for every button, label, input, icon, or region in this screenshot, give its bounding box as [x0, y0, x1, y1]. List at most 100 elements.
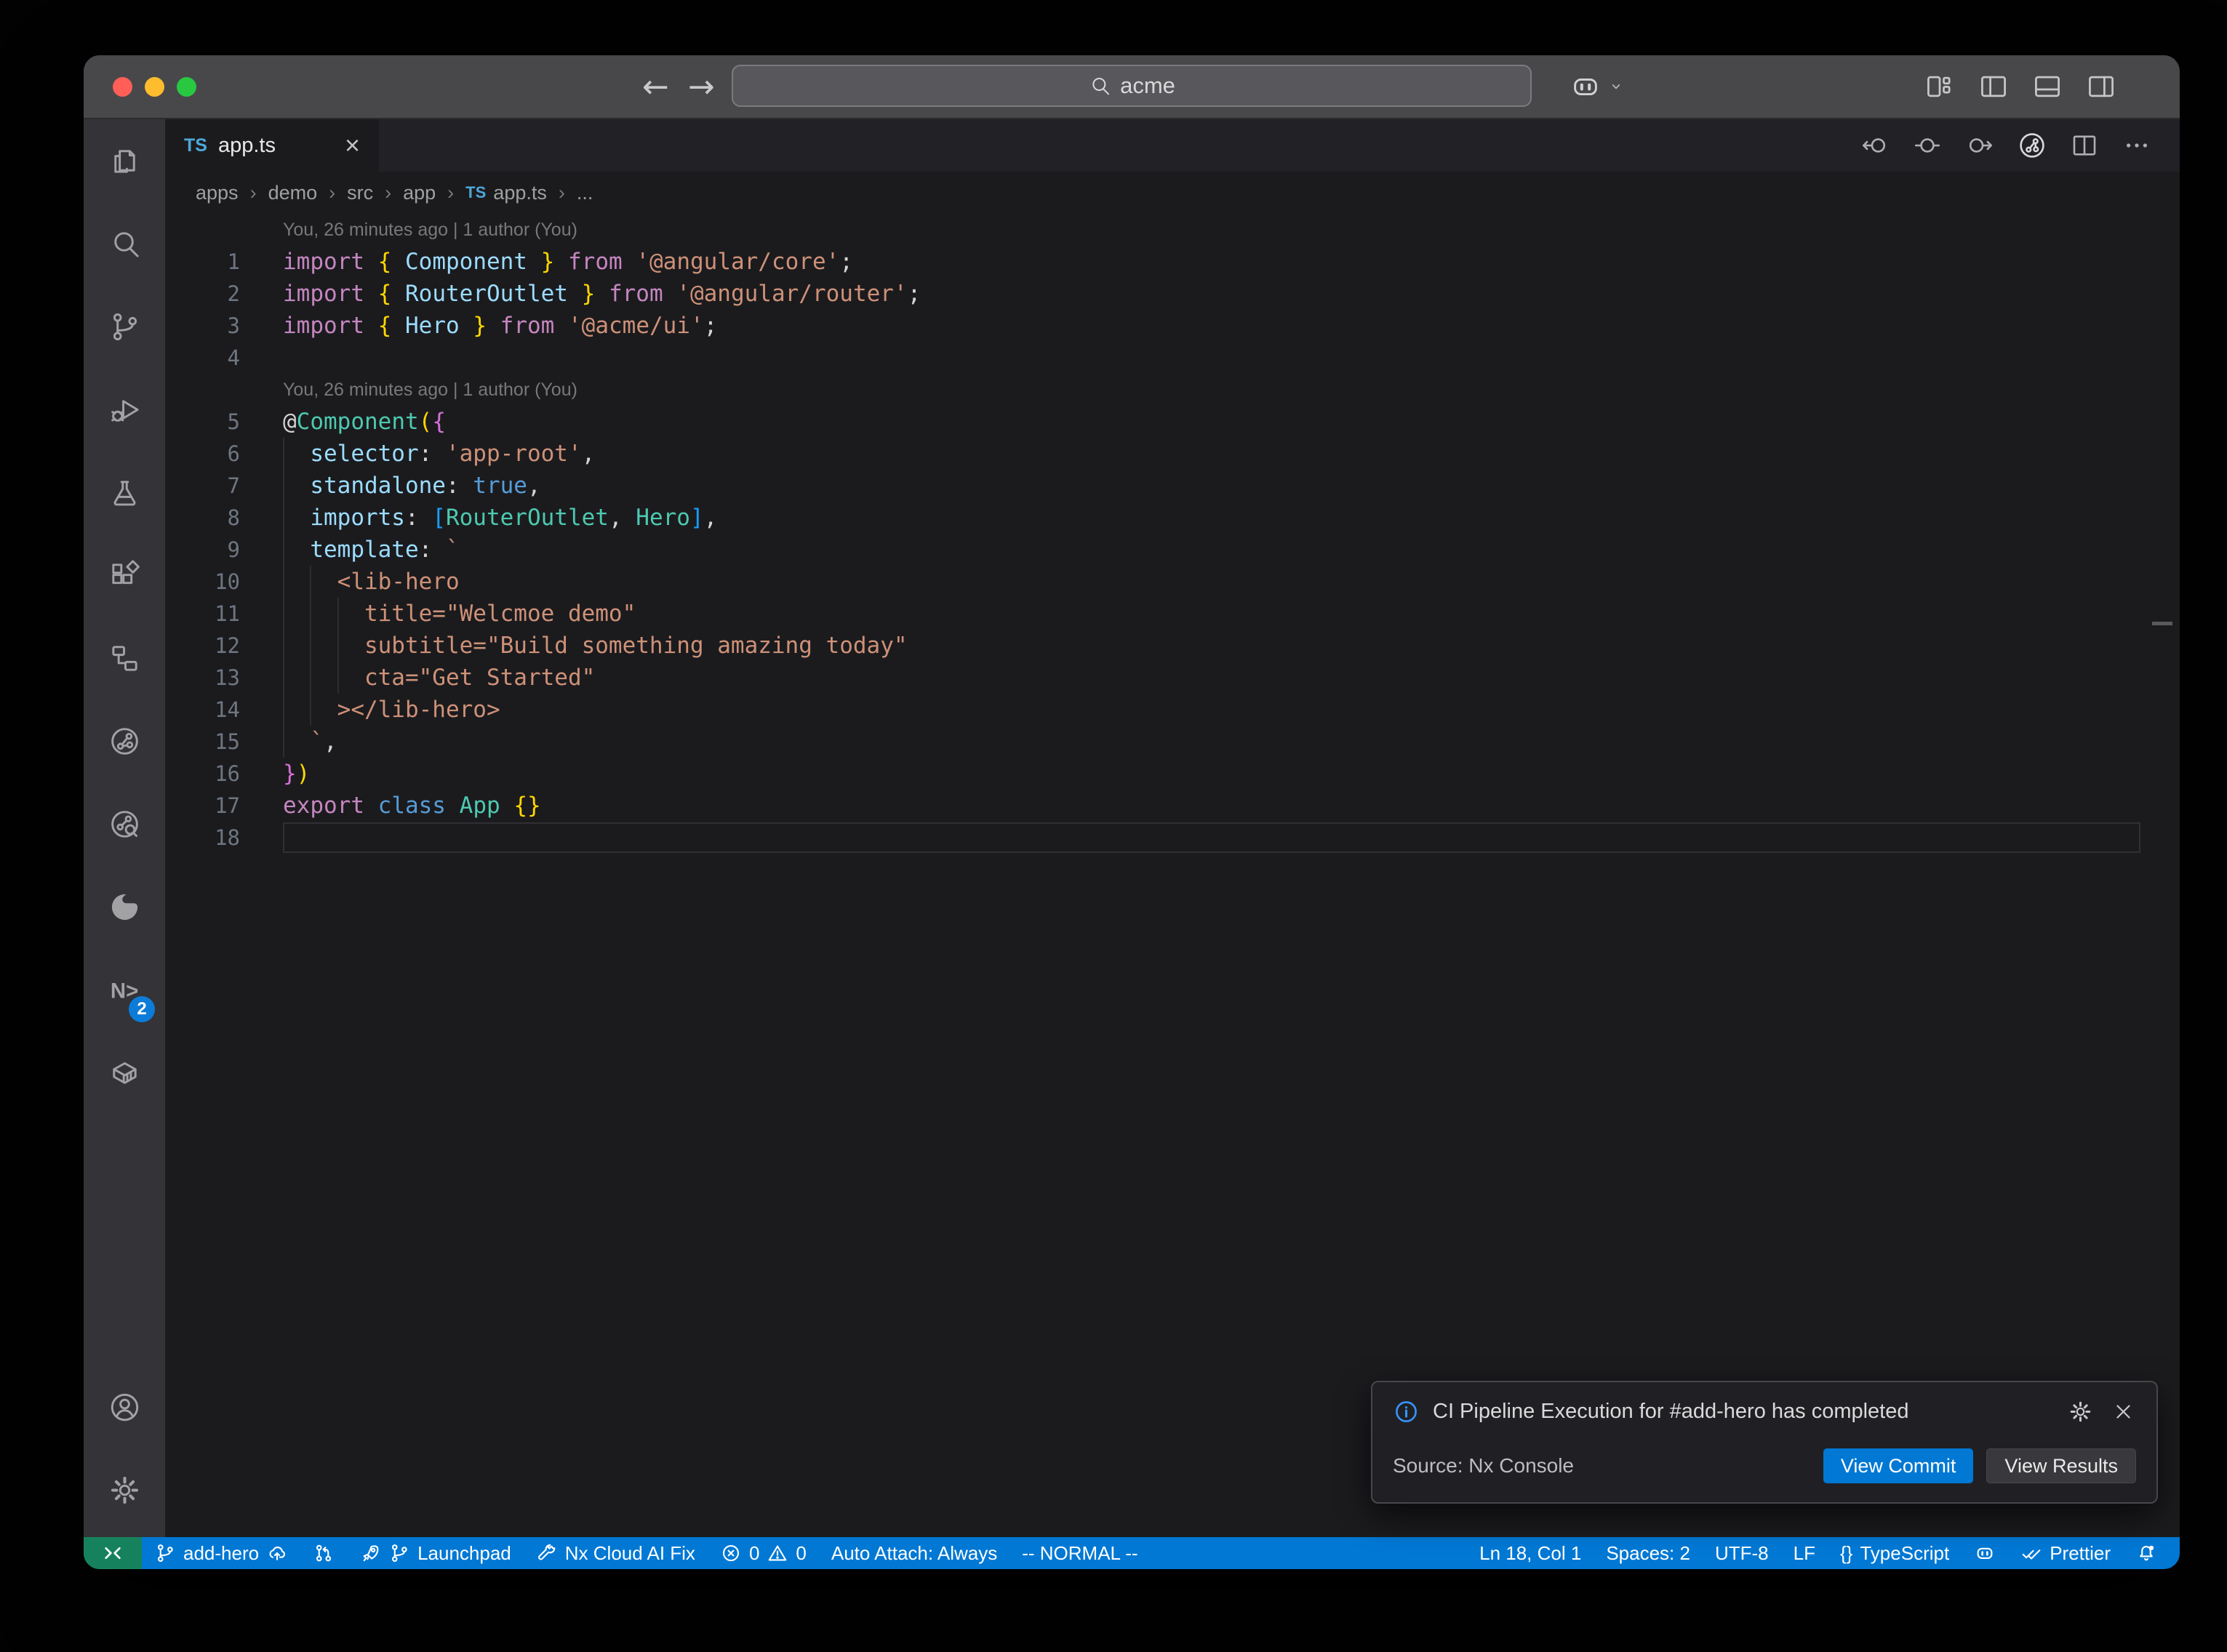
statusbar-problems[interactable]: 00 [708, 1537, 819, 1569]
nav-back-icon[interactable]: ← [642, 68, 669, 105]
activity-item-settings[interactable] [84, 1448, 165, 1531]
statusbar-formatter-prettier[interactable]: Prettier [2008, 1537, 2123, 1569]
split-editor-icon[interactable] [2069, 130, 2100, 161]
activity-item-search[interactable] [84, 202, 165, 285]
activity-item-source-control[interactable] [84, 285, 165, 368]
code-line: 3import { Hero } from '@acme/ui'; [165, 310, 2180, 342]
toggle-primary-sidebar-icon[interactable] [1978, 71, 2010, 103]
code-text: <lib-hero [283, 569, 460, 595]
notification-close-icon[interactable] [2111, 1399, 2136, 1424]
code-text: `, [283, 729, 337, 755]
view-results-button[interactable]: View Results [1986, 1448, 2136, 1483]
nx-console-circle-icon[interactable] [2017, 130, 2047, 161]
code-line: 1import { Component } from '@angular/cor… [165, 246, 2180, 278]
copilot-menu[interactable] [1569, 55, 1626, 118]
statusbar-git-branch[interactable]: add-hero [142, 1537, 300, 1569]
close-tab-icon[interactable]: × [345, 132, 360, 159]
statusbar-encoding[interactable]: UTF-8 [1703, 1537, 1781, 1569]
statusbar-launchpad[interactable]: Launchpad [347, 1537, 524, 1569]
breadcrumb-separator: › [329, 182, 335, 204]
code-text: import { RouterOutlet } from '@angular/r… [283, 281, 921, 307]
code-text: standalone: true, [283, 473, 541, 499]
breadcrumb-item[interactable]: TSapp.ts [465, 182, 547, 204]
activity-item-extensions[interactable] [84, 534, 165, 617]
files-icon [108, 144, 142, 178]
line-number: 14 [165, 697, 283, 722]
editor-group: TS app.ts × apps›demo›src›app›TSapp.ts›.… [165, 119, 2180, 1537]
command-center-search[interactable]: acme [732, 65, 1532, 107]
status-bar: add-hero LaunchpadNx Cloud AI Fix00Auto A… [84, 1537, 2180, 1569]
blame-annotation: You, 26 minutes ago | 1 author (You) [283, 220, 577, 241]
statusbar-cursor-position[interactable]: Ln 18, Col 1 [1467, 1537, 1594, 1569]
code-line: 16}) [165, 758, 2180, 790]
activity-item-explorer[interactable] [84, 119, 165, 202]
breadcrumb-item[interactable]: demo [268, 182, 318, 204]
current-change-icon[interactable] [1912, 130, 1943, 161]
breadcrumb-item[interactable]: apps [196, 182, 239, 204]
nav-forward-icon[interactable]: → [688, 68, 715, 105]
line-number: 4 [165, 345, 283, 370]
search-value: acme [1120, 73, 1175, 99]
toggle-panel-icon[interactable] [2031, 71, 2063, 103]
statusbar-vim-mode[interactable]: -- NORMAL -- [1009, 1537, 1150, 1569]
typescript-file-icon: TS [184, 135, 207, 156]
breadcrumb-item[interactable]: ... [577, 182, 593, 204]
statusbar-source-control-graph[interactable] [300, 1537, 347, 1569]
workbench: 2 TS app.ts × apps›demo›src›app›TSapp.ts… [84, 119, 2180, 1537]
statusbar-copilot-status[interactable] [1962, 1537, 2008, 1569]
toggle-secondary-sidebar-icon[interactable] [2085, 71, 2117, 103]
activity-item-testing[interactable] [84, 451, 165, 534]
statusbar-nx-cloud-ai-fix[interactable]: Nx Cloud AI Fix [524, 1537, 708, 1569]
tab-app-ts[interactable]: TS app.ts × [165, 119, 379, 172]
statusbar-auto-attach[interactable]: Auto Attach: Always [819, 1537, 1009, 1569]
next-change-icon[interactable] [1964, 130, 1995, 161]
breadcrumb-separator: › [559, 182, 565, 204]
window-controls [113, 55, 196, 118]
minimize-window-button[interactable] [145, 77, 164, 97]
customize-layout-icon[interactable] [1924, 71, 1956, 103]
breadcrumb-separator: › [385, 182, 391, 204]
code-text: ></lib-hero> [283, 697, 500, 723]
code-editor[interactable]: You, 26 minutes ago | 1 author (You) 1imp… [165, 214, 2180, 1537]
activity-item-nx-console[interactable]: 2 [84, 948, 165, 1031]
breadcrumb-item[interactable]: app [403, 182, 436, 204]
title-bar[interactable]: ← → acme [84, 55, 2180, 119]
tab-strip: TS app.ts × [165, 119, 2180, 172]
activity-item-nx-graph[interactable] [84, 699, 165, 782]
line-number: 6 [165, 441, 283, 466]
line-number: 18 [165, 825, 283, 850]
zoom-window-button[interactable] [177, 77, 196, 97]
more-actions-icon[interactable] [2122, 130, 2152, 161]
statusbar-indentation[interactable]: Spaces: 2 [1594, 1537, 1703, 1569]
account-icon [108, 1390, 142, 1424]
line-number: 8 [165, 505, 283, 530]
blame-annotation: You, 26 minutes ago | 1 author (You) [283, 380, 577, 401]
typescript-file-icon: TS [465, 183, 486, 202]
circle-graph-icon [108, 724, 142, 758]
breadcrumb-item[interactable]: src [347, 182, 373, 204]
statusbar-language-mode[interactable]: {}TypeScript [1828, 1537, 1962, 1569]
statusbar-notifications-bell[interactable] [2123, 1537, 2170, 1569]
line-number: 13 [165, 665, 283, 690]
breadcrumb: apps›demo›src›app›TSapp.ts›... [165, 172, 2180, 214]
notification-settings-icon[interactable] [2068, 1399, 2093, 1424]
line-number: 12 [165, 633, 283, 658]
activity-item-accounts[interactable] [84, 1366, 165, 1448]
previous-change-icon[interactable] [1860, 130, 1890, 161]
activity-item-hierarchy-tool[interactable] [84, 617, 165, 699]
activity-item-run-and-debug[interactable] [84, 368, 165, 451]
code-text: imports: [RouterOutlet, Hero], [283, 505, 717, 531]
activity-item-containers[interactable] [84, 1031, 165, 1114]
line-number: 11 [165, 601, 283, 626]
statusbar-remote-indicator[interactable] [84, 1537, 142, 1569]
code-line: 15 `, [165, 726, 2180, 758]
code-line: 6 selector: 'app-root', [165, 438, 2180, 470]
statusbar-eol[interactable]: LF [1781, 1537, 1828, 1569]
activity-item-edge-tools[interactable] [84, 865, 165, 948]
close-window-button[interactable] [113, 77, 132, 97]
circle-graph-search-icon [108, 807, 142, 841]
activity-item-nx-graph-search[interactable] [84, 782, 165, 865]
blame-annotation-row: You, 26 minutes ago | 1 author (You) [165, 214, 2180, 246]
view-commit-button[interactable]: View Commit [1823, 1448, 1974, 1483]
code-line: 13 cta="Get Started" [165, 662, 2180, 694]
